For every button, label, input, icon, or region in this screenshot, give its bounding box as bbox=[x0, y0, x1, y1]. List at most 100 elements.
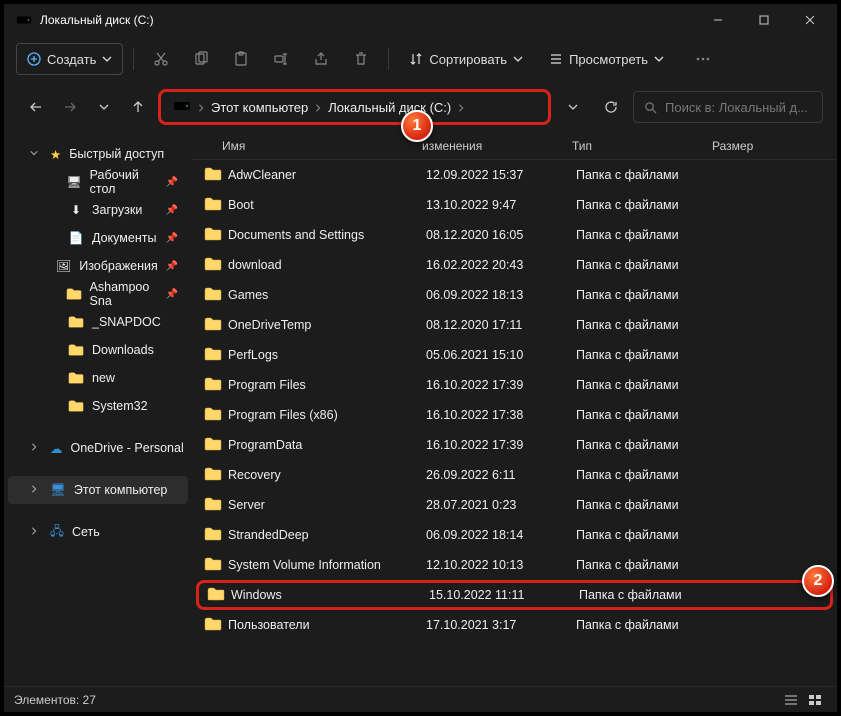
folder-type: Папка с файлами bbox=[576, 468, 716, 482]
folder-date: 12.10.2022 10:13 bbox=[426, 558, 576, 572]
share-icon[interactable] bbox=[304, 43, 338, 75]
more-icon[interactable] bbox=[686, 43, 720, 75]
folder-row[interactable]: Boot13.10.2022 9:47Папка с файлами bbox=[196, 190, 833, 220]
folder-name: System Volume Information bbox=[228, 558, 426, 572]
breadcrumb-drive[interactable]: Локальный диск (C:) bbox=[328, 100, 451, 115]
folder-row[interactable]: download16.02.2022 20:43Папка с файлами bbox=[196, 250, 833, 280]
col-type[interactable]: Тип bbox=[572, 139, 712, 153]
address-dropdown[interactable] bbox=[557, 91, 589, 123]
folder-type: Папка с файлами bbox=[576, 258, 716, 272]
recent-button[interactable] bbox=[90, 91, 118, 123]
new-button[interactable]: Создать bbox=[16, 43, 123, 75]
pin-icon: 📌 bbox=[166, 233, 178, 244]
sort-button[interactable]: Сортировать bbox=[399, 43, 533, 75]
pc-icon: 🖥 bbox=[50, 483, 66, 498]
sidebar-item[interactable]: 📄Документы📌 bbox=[8, 224, 188, 252]
sidebar-item[interactable]: new bbox=[8, 364, 188, 392]
folder-type: Папка с файлами bbox=[576, 558, 716, 572]
folder-row[interactable]: Games06.09.2022 18:13Папка с файлами bbox=[196, 280, 833, 310]
sidebar-item-label: Downloads bbox=[92, 343, 154, 357]
sidebar-this-pc[interactable]: 🖥 Этот компьютер bbox=[8, 476, 188, 504]
up-button[interactable] bbox=[124, 91, 152, 123]
toolbar: Создать Сортировать Просмотреть bbox=[4, 36, 837, 82]
sidebar-quick-access[interactable]: ★ Быстрый доступ bbox=[8, 140, 188, 168]
sidebar-item[interactable]: 🖥Рабочий стол📌 bbox=[8, 168, 188, 196]
paste-icon[interactable] bbox=[224, 43, 258, 75]
forward-button[interactable] bbox=[56, 91, 84, 123]
folder-name: Windows bbox=[231, 588, 429, 602]
sidebar-item[interactable]: Ashampoo Sna📌 bbox=[8, 280, 188, 308]
folder-name: download bbox=[228, 258, 426, 272]
sidebar-item-label: Изображения bbox=[79, 259, 158, 273]
pin-icon: 📌 bbox=[166, 261, 178, 272]
folder-row[interactable]: Program Files (x86)16.10.2022 17:38Папка… bbox=[196, 400, 833, 430]
folder-type: Папка с файлами bbox=[576, 498, 716, 512]
folder-icon bbox=[204, 317, 222, 333]
folder-date: 26.09.2022 6:11 bbox=[426, 468, 576, 482]
sidebar-item[interactable]: _SNAPDOC bbox=[8, 308, 188, 336]
breadcrumb-root[interactable]: Этот компьютер bbox=[211, 100, 308, 115]
folder-date: 12.09.2022 15:37 bbox=[426, 168, 576, 182]
window-title: Локальный диск (C:) bbox=[40, 13, 154, 27]
folder-icon bbox=[68, 398, 84, 414]
sidebar-item[interactable]: 🖼Изображения📌 bbox=[8, 252, 188, 280]
folder-icon bbox=[204, 437, 222, 453]
col-name[interactable]: Имя bbox=[192, 139, 422, 153]
view-details-icon[interactable] bbox=[779, 690, 803, 710]
folder-date: 16.10.2022 17:38 bbox=[426, 408, 576, 422]
folder-icon bbox=[204, 257, 222, 273]
minimize-button[interactable] bbox=[695, 4, 741, 36]
pin-icon: 📌 bbox=[166, 205, 178, 216]
folder-date: 05.06.2021 15:10 bbox=[426, 348, 576, 362]
folder-icon bbox=[204, 197, 222, 213]
chevron-right-icon bbox=[457, 100, 465, 115]
folder-row[interactable]: Recovery26.09.2022 6:11Папка с файлами bbox=[196, 460, 833, 490]
folder-row[interactable]: PerfLogs05.06.2021 15:10Папка с файлами bbox=[196, 340, 833, 370]
view-large-icon[interactable] bbox=[803, 690, 827, 710]
file-pane: Имя изменения Тип Размер AdwCleaner12.09… bbox=[192, 132, 837, 686]
folder-icon bbox=[204, 377, 222, 393]
folder-row[interactable]: Windows15.10.2022 11:11Папка с файлами2 bbox=[196, 580, 833, 610]
rename-icon[interactable] bbox=[264, 43, 298, 75]
sidebar-item[interactable]: ⬇Загрузки📌 bbox=[8, 196, 188, 224]
close-button[interactable] bbox=[787, 4, 833, 36]
folder-row[interactable]: Server28.07.2021 0:23Папка с файлами bbox=[196, 490, 833, 520]
folder-icon bbox=[204, 227, 222, 243]
sidebar-onedrive[interactable]: ☁ OneDrive - Personal bbox=[8, 434, 188, 462]
folder-name: StrandedDeep bbox=[228, 528, 426, 542]
view-button[interactable]: Просмотреть bbox=[539, 43, 674, 75]
sidebar-item-label: Рабочий стол bbox=[90, 168, 158, 196]
back-button[interactable] bbox=[22, 91, 50, 123]
sidebar-item[interactable]: Downloads bbox=[8, 336, 188, 364]
cut-icon[interactable] bbox=[144, 43, 178, 75]
folder-type: Папка с файлами bbox=[576, 528, 716, 542]
cloud-icon: ☁ bbox=[50, 441, 63, 456]
refresh-button[interactable] bbox=[595, 91, 627, 123]
delete-icon[interactable] bbox=[344, 43, 378, 75]
pin-icon: 📌 bbox=[166, 289, 178, 300]
address-bar[interactable]: Этот компьютер Локальный диск (C:) bbox=[158, 89, 551, 125]
folder-row[interactable]: ProgramData16.10.2022 17:39Папка с файла… bbox=[196, 430, 833, 460]
folder-row[interactable]: StrandedDeep06.09.2022 18:14Папка с файл… bbox=[196, 520, 833, 550]
copy-icon[interactable] bbox=[184, 43, 218, 75]
folder-name: Program Files bbox=[228, 378, 426, 392]
folder-row[interactable]: Program Files16.10.2022 17:39Папка с фай… bbox=[196, 370, 833, 400]
folder-type: Папка с файлами bbox=[576, 198, 716, 212]
folder-row[interactable]: System Volume Information12.10.2022 10:1… bbox=[196, 550, 833, 580]
sidebar-network[interactable]: 🖧 Сеть bbox=[8, 518, 188, 546]
chevron-right-icon bbox=[197, 100, 205, 115]
status-count: 27 bbox=[83, 693, 96, 707]
folder-icon bbox=[204, 497, 222, 513]
col-date[interactable]: изменения bbox=[422, 139, 572, 153]
folder-row[interactable]: AdwCleaner12.09.2022 15:37Папка с файлам… bbox=[196, 160, 833, 190]
folder-row[interactable]: Пользователи17.10.2021 3:17Папка с файла… bbox=[196, 610, 833, 640]
maximize-button[interactable] bbox=[741, 4, 787, 36]
col-size[interactable]: Размер bbox=[712, 139, 782, 153]
search-input[interactable]: Поиск в: Локальный д... bbox=[633, 91, 823, 123]
sidebar-item-label: OneDrive - Personal bbox=[71, 441, 184, 455]
folder-icon bbox=[204, 167, 222, 183]
folder-row[interactable]: OneDriveTemp08.12.2020 17:11Папка с файл… bbox=[196, 310, 833, 340]
folder-row[interactable]: Documents and Settings08.12.2020 16:05Па… bbox=[196, 220, 833, 250]
folder-date: 13.10.2022 9:47 bbox=[426, 198, 576, 212]
sidebar-item[interactable]: System32 bbox=[8, 392, 188, 420]
